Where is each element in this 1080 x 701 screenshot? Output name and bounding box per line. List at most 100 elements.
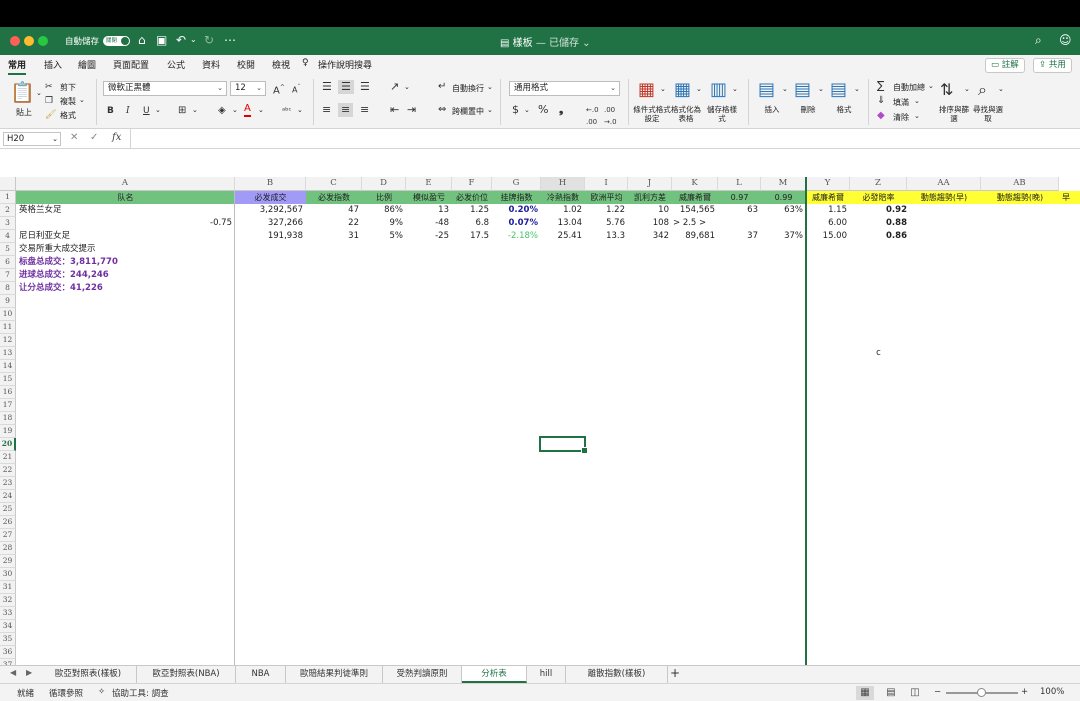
align-center-icon[interactable]: ≡ [338, 103, 354, 117]
cell-j3[interactable]: 108 [628, 217, 672, 230]
cell-i3[interactable]: 5.76 [585, 217, 628, 230]
select-all-corner[interactable] [0, 177, 16, 191]
cell-z13[interactable]: c [850, 347, 907, 360]
column-header-b[interactable]: B [235, 177, 306, 191]
column-header-k[interactable]: K [672, 177, 718, 191]
fill-color-icon[interactable]: ◈ [218, 105, 226, 117]
spreadsheet-grid[interactable]: A B C D E F G H I J K L M Y Z AA AB 1 2 3 4 5 6 7 8 9 10 11 12 13 14 15… [0, 177, 1080, 665]
header-cell-j[interactable]: 凯利方差 [628, 191, 672, 204]
cancel-icon[interactable]: ✕ [70, 132, 78, 143]
header-cell-k[interactable]: 威廉希爾 [672, 191, 718, 204]
cell-b2[interactable]: 3,292,567 [235, 204, 306, 217]
sheet-tab-4[interactable]: 歐賠結果判徒準則 [286, 666, 383, 683]
comma-style-icon[interactable]: ❟ [559, 104, 563, 116]
row-header-35[interactable]: 35 [0, 633, 16, 646]
header-cell-d[interactable]: 比例 [362, 191, 406, 204]
cell-c2[interactable]: 47 [306, 204, 362, 217]
row-header-14[interactable]: 14 [0, 360, 16, 373]
cell-a8[interactable]: 让分总成交：41,226 [16, 282, 235, 295]
cell-c4[interactable]: 31 [306, 230, 362, 243]
confirm-icon[interactable]: ✓ [90, 132, 98, 143]
add-sheet-button[interactable]: + [668, 666, 682, 683]
home-icon[interactable]: ⌂ [138, 33, 146, 47]
orientation-dropdown-icon[interactable]: ⌄ [404, 83, 410, 91]
delete-cells-button[interactable]: 刪除 [792, 105, 824, 114]
column-header-f[interactable]: F [452, 177, 492, 191]
format-painter-icon[interactable]: 🖌 [45, 109, 56, 121]
cell-e4[interactable]: -25 [406, 230, 452, 243]
redo-icon[interactable]: ↻ [204, 33, 214, 47]
delete-dropdown-icon[interactable]: ⌄ [818, 85, 824, 93]
row-header-7[interactable]: 7 [0, 269, 16, 282]
header-cell-l[interactable]: 0.97 [718, 191, 761, 204]
cell-g2[interactable]: 0.20% [492, 204, 541, 217]
increase-indent-icon[interactable]: ⇥ [407, 104, 416, 116]
maximize-window-button[interactable] [38, 36, 48, 46]
formula-input[interactable] [132, 131, 1072, 147]
cell-b3[interactable]: 327,266 [235, 217, 306, 230]
tab-home[interactable]: 常用 [8, 58, 27, 75]
row-header-3[interactable]: 3 [0, 217, 16, 230]
zoom-level[interactable]: 100% [1040, 687, 1064, 697]
currency-dropdown-icon[interactable]: ⌄ [524, 106, 530, 114]
cell-a4[interactable]: 尼日利亚女足 [16, 230, 235, 243]
paste-icon[interactable]: 📋 [10, 81, 35, 103]
save-icon[interactable]: ▣ [156, 33, 167, 47]
cell-j4[interactable]: 342 [628, 230, 672, 243]
sheet-tab-2[interactable]: 歐亞對照表(NBA) [137, 666, 236, 683]
row-header-34[interactable]: 34 [0, 620, 16, 633]
cell-a5[interactable]: 交易所重大成交提示 [16, 243, 235, 256]
row-header-4[interactable]: 4 [0, 230, 16, 243]
paste-dropdown-icon[interactable]: ⌄ [36, 89, 42, 97]
align-middle-icon[interactable]: ☰ [338, 80, 354, 94]
row-header-24[interactable]: 24 [0, 490, 16, 503]
cell-h4[interactable]: 25.41 [541, 230, 585, 243]
sheet-tab-1[interactable]: 歐亞對照表(樣板) [40, 666, 137, 683]
status-circular[interactable]: 循環參照 [49, 687, 83, 699]
column-header-y[interactable]: Y [806, 177, 850, 191]
search-icon[interactable]: ⌕ [1035, 33, 1042, 47]
format-dropdown-icon[interactable]: ⌄ [854, 85, 860, 93]
copy-button[interactable]: 複製 [60, 96, 76, 107]
sheet-tab-3[interactable]: NBA [236, 666, 286, 683]
header-cell-aa[interactable]: 動態趨勢(早) [907, 191, 981, 204]
insert-function-button[interactable]: fx [112, 132, 121, 143]
row-header-12[interactable]: 12 [0, 334, 16, 347]
column-header-c[interactable]: C [306, 177, 362, 191]
row-header-1[interactable]: 1 [0, 191, 16, 204]
row-header-8[interactable]: 8 [0, 282, 16, 295]
tab-draw[interactable]: 繪圖 [78, 58, 96, 71]
column-header-ab[interactable]: AB [981, 177, 1059, 191]
italic-button[interactable]: I [126, 105, 130, 117]
currency-icon[interactable]: $ [512, 104, 519, 116]
orientation-icon[interactable]: ↗ [390, 81, 399, 93]
copy-icon[interactable]: ❐ [45, 95, 53, 107]
cell-styles-button[interactable]: 儲存格樣式 [706, 105, 738, 123]
cell-h3[interactable]: 13.04 [541, 217, 585, 230]
cell-a2[interactable]: 英格兰女足 [16, 204, 235, 217]
merge-dropdown-icon[interactable]: ⌄ [487, 106, 493, 114]
column-header-l[interactable]: L [718, 177, 761, 191]
insert-dropdown-icon[interactable]: ⌄ [782, 85, 788, 93]
header-cell-c[interactable]: 必发指数 [306, 191, 362, 204]
format-as-table-button[interactable]: 格式化為表格 [668, 105, 704, 123]
phonetic-dropdown-icon[interactable]: ⌄ [297, 106, 303, 114]
row-header-36[interactable]: 36 [0, 646, 16, 659]
cell-k2[interactable]: 154,565 [672, 204, 718, 217]
cell-h2[interactable]: 1.02 [541, 204, 585, 217]
find-select-icon[interactable]: ⌕ [978, 79, 987, 101]
cell-g3[interactable]: 0.07% [492, 217, 541, 230]
row-header-6[interactable]: 6 [0, 256, 16, 269]
more-icon[interactable]: ⋯ [224, 33, 236, 47]
sheet-tab-5[interactable]: 受熱判讀原則 [383, 666, 462, 683]
increase-decimal-icon[interactable]: ←.0.00 [586, 104, 599, 128]
fill-dropdown-icon[interactable]: ⌄ [914, 97, 920, 105]
sort-filter-dropdown-icon[interactable]: ⌄ [964, 85, 970, 93]
fill-icon[interactable]: ⇓ [877, 95, 885, 107]
eraser-icon[interactable]: ◆ [877, 110, 885, 122]
cell-y4[interactable]: 15.00 [806, 230, 850, 243]
cell-l2[interactable]: 63 [718, 204, 761, 217]
cell-d3[interactable]: 9% [362, 217, 406, 230]
autosum-icon[interactable]: ∑ [877, 80, 884, 92]
delete-cells-icon[interactable]: ▤ [794, 79, 811, 101]
